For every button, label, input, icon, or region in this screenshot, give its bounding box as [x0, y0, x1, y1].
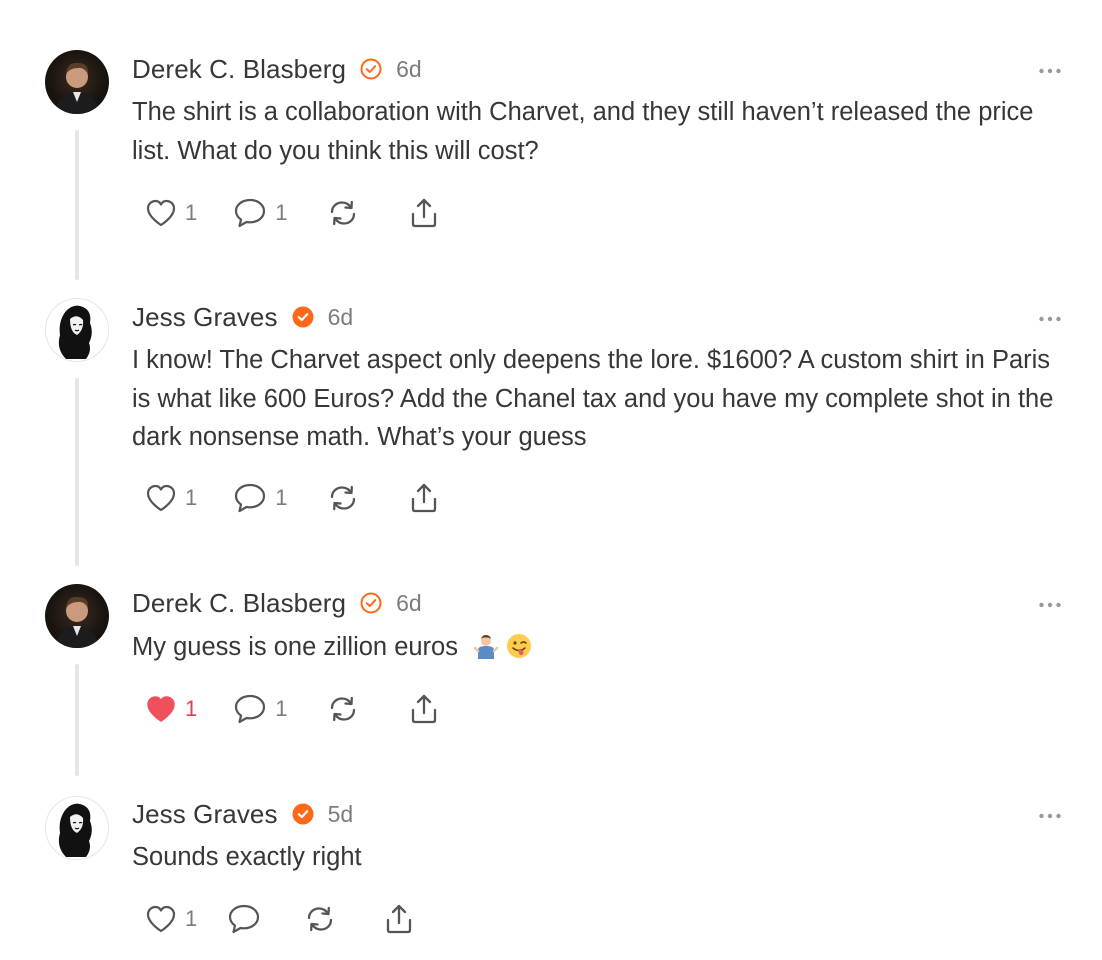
like-button[interactable]: 1 [145, 196, 197, 230]
verified-badge-icon [292, 803, 314, 825]
author-name[interactable]: Derek C. Blasberg [132, 588, 346, 619]
comment-body: I know! The Charvet aspect only deepens … [132, 346, 1054, 451]
restack-button[interactable] [326, 692, 360, 726]
comment-header: Derek C. Blasberg 6d [132, 54, 422, 84]
share-icon [411, 694, 436, 724]
comment-header: Jess Graves 5d [132, 799, 353, 829]
author-name[interactable]: Derek C. Blasberg [132, 54, 346, 85]
share-button[interactable] [408, 692, 440, 726]
like-count: 1 [185, 906, 198, 931]
speech-bubble-icon [235, 694, 266, 724]
reply-button[interactable]: 1 [233, 481, 288, 515]
share-icon [411, 198, 436, 228]
verified-badge-icon [360, 58, 382, 80]
person-shrugging-emoji [473, 632, 499, 671]
share-button[interactable] [408, 481, 440, 515]
timestamp[interactable]: 6d [328, 304, 354, 331]
comment-actions: 1 1 [145, 692, 440, 726]
timestamp[interactable]: 5d [328, 801, 354, 828]
restack-button[interactable] [326, 196, 360, 230]
comment-actions: 1 [145, 902, 415, 936]
share-button[interactable] [383, 902, 415, 936]
reply-count: 1 [275, 696, 288, 721]
comment-actions: 1 1 [145, 196, 440, 230]
avatar-image [55, 62, 99, 114]
share-icon [411, 483, 436, 513]
verified-badge-icon [360, 592, 382, 614]
like-button[interactable]: 1 [145, 902, 197, 936]
avatar[interactable] [45, 796, 109, 860]
avatar-image [55, 596, 99, 648]
thread-line [75, 130, 79, 280]
speech-bubble-icon [235, 198, 266, 228]
restack-icon [330, 485, 355, 511]
heart-icon [146, 484, 176, 512]
avatar[interactable] [45, 584, 109, 648]
reply-button[interactable]: 1 [233, 692, 288, 726]
author-name[interactable]: Jess Graves [132, 302, 278, 333]
comment-header: Derek C. Blasberg 6d [132, 588, 422, 618]
reply-count: 1 [275, 485, 288, 510]
heart-filled-icon [147, 696, 175, 722]
avatar[interactable] [45, 298, 109, 362]
ellipsis-icon[interactable] [1038, 808, 1062, 819]
speech-bubble-icon [229, 904, 260, 934]
winking-face-with-tongue-emoji [506, 632, 532, 671]
comment-body: My guess is one zillion euros [132, 628, 1072, 671]
restack-icon [330, 696, 355, 722]
ellipsis-icon[interactable] [1038, 597, 1062, 608]
like-button[interactable]: 1 [145, 481, 197, 515]
reply-button[interactable] [227, 902, 261, 936]
like-count: 1 [185, 485, 198, 510]
restack-icon [330, 200, 355, 226]
comment-actions: 1 1 [145, 481, 440, 515]
restack-icon [308, 906, 333, 932]
comment-header: Jess Graves 6d [132, 302, 353, 332]
avatar[interactable] [45, 50, 109, 114]
ellipsis-icon[interactable] [1038, 63, 1062, 74]
heart-icon [146, 905, 176, 933]
timestamp[interactable]: 6d [396, 56, 422, 83]
like-button[interactable]: 1 [145, 692, 197, 726]
thread-line [75, 378, 79, 566]
restack-button[interactable] [326, 481, 360, 515]
reply-count: 1 [275, 200, 288, 225]
comment-body: The shirt is a collaboration with Charve… [132, 98, 1034, 165]
timestamp[interactable]: 6d [396, 590, 422, 617]
restack-button[interactable] [303, 902, 337, 936]
share-button[interactable] [408, 196, 440, 230]
thread-line [75, 664, 79, 776]
ellipsis-icon[interactable] [1038, 311, 1062, 322]
author-name[interactable]: Jess Graves [132, 799, 278, 830]
avatar-image [58, 305, 92, 359]
share-icon [387, 904, 412, 934]
comment-body: Sounds exactly right [132, 843, 362, 871]
verified-badge-icon [292, 306, 314, 328]
comment-text: My guess is one zillion euros [132, 633, 458, 661]
heart-icon [146, 199, 176, 227]
avatar-image [58, 803, 92, 857]
reply-button[interactable]: 1 [233, 196, 288, 230]
like-count: 1 [185, 696, 198, 721]
like-count: 1 [185, 200, 198, 225]
speech-bubble-icon [235, 483, 266, 513]
